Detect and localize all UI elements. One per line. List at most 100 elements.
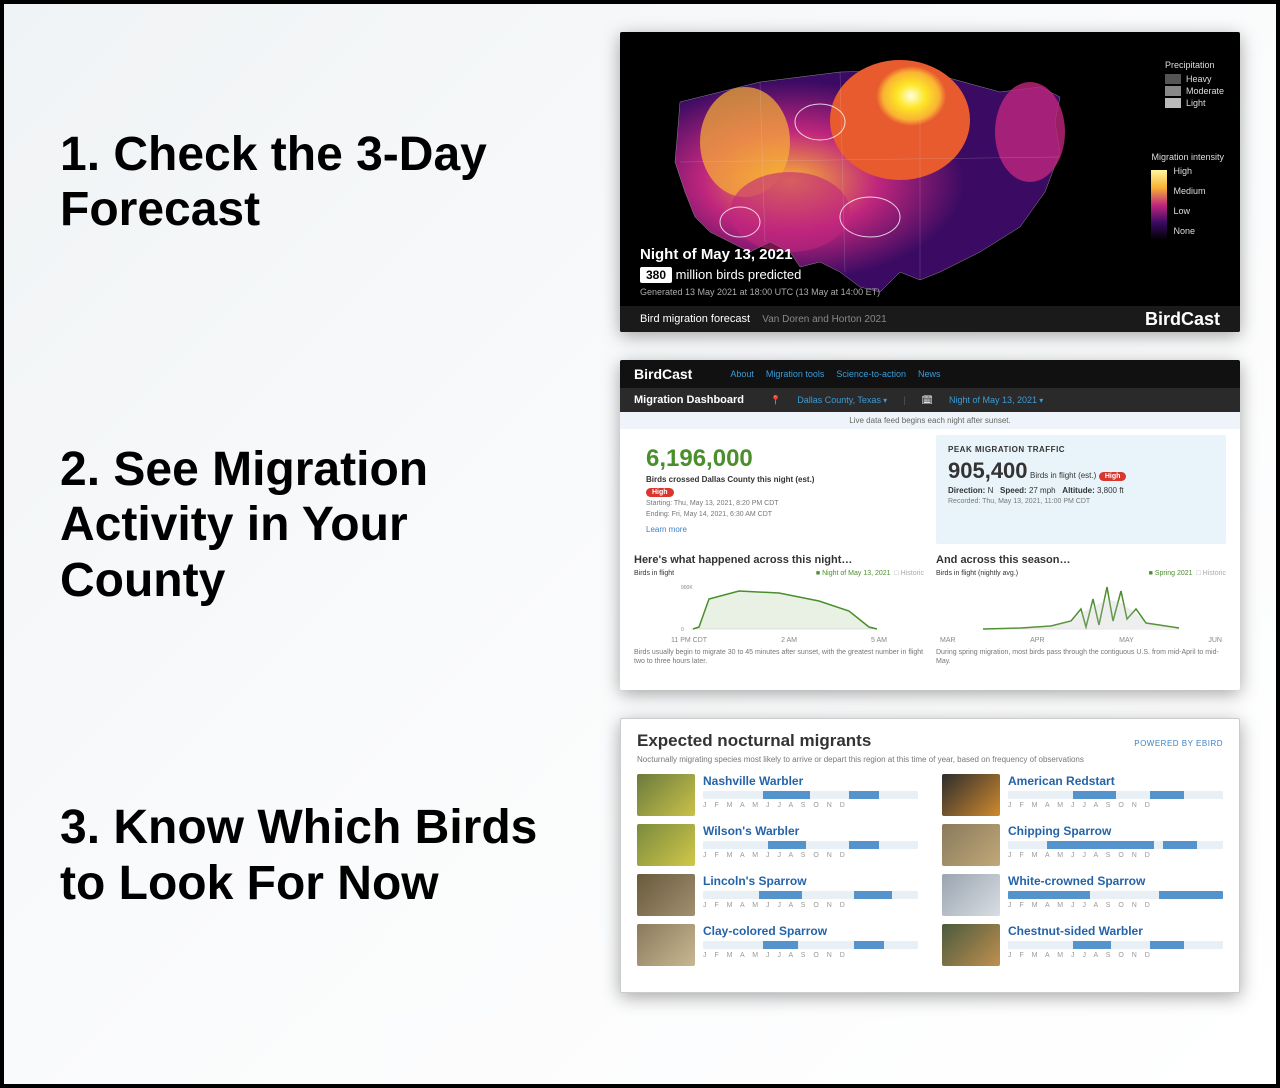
nav-link[interactable]: Migration tools	[766, 369, 825, 379]
nav-link[interactable]: Science-to-action	[836, 369, 906, 379]
species-name[interactable]: Nashville Warbler	[703, 774, 918, 788]
species-name[interactable]: Lincoln's Sparrow	[703, 874, 918, 888]
chart-season: And across this season… Birds in flight …	[936, 554, 1226, 666]
crossed-desc: Birds crossed Dallas County this night (…	[646, 475, 912, 484]
svg-text:0: 0	[681, 627, 684, 633]
forecast-info: Night of May 13, 2021 380 million birds …	[640, 246, 880, 297]
chart-night-head: Here's what happened across this night…	[634, 554, 924, 566]
species-name[interactable]: Wilson's Warbler	[703, 824, 918, 838]
intensity-title: Migration intensity	[1151, 152, 1224, 162]
crossed-end: Ending: Fri, May 14, 2021, 6:30 AM CDT	[646, 510, 912, 519]
migrant-item[interactable]: American Redstart J F M A M J J A S O N …	[942, 774, 1223, 816]
species-name[interactable]: Clay-colored Sparrow	[703, 924, 918, 938]
bird-thumbnail	[637, 924, 695, 966]
nav-link[interactable]: About	[730, 369, 754, 379]
bird-thumbnail	[637, 774, 695, 816]
forecast-footer-credit: Van Doren and Horton 2021	[762, 314, 886, 325]
chart-night-caption: Birds usually begin to migrate 30 to 45 …	[634, 648, 924, 666]
intensity-gradient	[1151, 170, 1167, 240]
location-icon: 📍	[770, 395, 781, 406]
chart-season-metric: Birds in flight (nightly avg.)	[936, 570, 1018, 577]
powered-by: POWERED BY EBIRD	[1134, 739, 1223, 748]
precip-legend: Precipitation Heavy Moderate Light	[1165, 60, 1224, 110]
forecast-night-label: Night of May 13, 2021	[640, 246, 880, 263]
frequency-bar	[703, 941, 918, 949]
bird-thumbnail	[942, 924, 1000, 966]
month-axis: J F M A M J J A S O N D	[1008, 852, 1223, 859]
forecast-count-suffix: million birds predicted	[676, 267, 802, 282]
frequency-bar	[703, 841, 918, 849]
crossed-badge: High	[646, 488, 674, 497]
forecast-prediction: 380 million birds predicted	[640, 267, 880, 283]
species-name[interactable]: Chestnut-sided Warbler	[1008, 924, 1223, 938]
birdcast-brand: BirdCast	[1145, 309, 1220, 330]
dashboard-panel: BirdCast About Migration tools Science-to-…	[620, 360, 1240, 690]
step-1-row: 1. Check the 3-Day Forecast	[40, 32, 1240, 332]
migrant-item[interactable]: Chestnut-sided Warbler J F M A M J J A S…	[942, 924, 1223, 966]
dashboard-brand: BirdCast	[634, 366, 692, 382]
county-selector[interactable]: Dallas County, Texas	[797, 395, 887, 405]
chart-night-metric: Birds in flight	[634, 570, 674, 577]
migrant-item[interactable]: Lincoln's Sparrow J F M A M J J A S O N …	[637, 874, 918, 916]
dashboard-subnav: Migration Dashboard 📍 Dallas County, Tex…	[620, 388, 1240, 412]
calendar-icon: 🗓	[922, 395, 933, 406]
step-3-row: 3. Know Which Birds to Look For Now Expe…	[40, 718, 1240, 993]
frequency-bar	[703, 791, 918, 799]
month-axis: J F M A M J J A S O N D	[1008, 952, 1223, 959]
bird-thumbnail	[942, 874, 1000, 916]
migrant-item[interactable]: Wilson's Warbler J F M A M J J A S O N D	[637, 824, 918, 866]
step-2-label: 2. See Migration Activity in Your County	[40, 442, 580, 608]
frequency-bar	[1008, 941, 1223, 949]
bird-thumbnail	[637, 874, 695, 916]
precip-level: Moderate	[1165, 86, 1224, 96]
month-axis: J F M A M J J A S O N D	[703, 952, 918, 959]
peak-title: PEAK MIGRATION TRAFFIC	[948, 445, 1214, 454]
forecast-panel: Night of May 13, 2021 380 million birds …	[620, 32, 1240, 332]
month-axis: J F M A M J J A S O N D	[703, 802, 918, 809]
dashboard-topnav: BirdCast About Migration tools Science-to-…	[620, 360, 1240, 388]
step-3-label: 3. Know Which Birds to Look For Now	[40, 800, 580, 910]
migrants-title: Expected nocturnal migrants	[637, 731, 871, 751]
species-name[interactable]: American Redstart	[1008, 774, 1223, 788]
step-1-label: 1. Check the 3-Day Forecast	[40, 127, 580, 237]
precip-title: Precipitation	[1165, 60, 1224, 70]
peak-detail-row: Direction: N Speed: 27 mph Altitude: 3,8…	[948, 486, 1214, 495]
forecast-footer-title: Bird migration forecast	[640, 313, 750, 325]
chart-night: Here's what happened across this night… …	[634, 554, 924, 666]
month-axis: J F M A M J J A S O N D	[703, 902, 918, 909]
frequency-bar	[1008, 841, 1223, 849]
month-axis: J F M A M J J A S O N D	[1008, 902, 1223, 909]
forecast-footer: Bird migration forecast Van Doren and Ho…	[620, 306, 1240, 332]
peak-recorded: Recorded: Thu, May 13, 2021, 11:00 PM CD…	[948, 497, 1214, 506]
frequency-bar	[703, 891, 918, 899]
learn-more-link[interactable]: Learn more	[646, 525, 687, 534]
bird-thumbnail	[942, 774, 1000, 816]
peak-card: PEAK MIGRATION TRAFFIC 905,400 Birds in …	[936, 435, 1226, 544]
peak-value: 905,400	[948, 458, 1028, 483]
intensity-legend: Migration intensity HighMediumLowNone	[1151, 152, 1224, 244]
step-2-row: 2. See Migration Activity in Your County…	[40, 360, 1240, 690]
nav-link[interactable]: News	[918, 369, 941, 379]
peak-suffix: Birds in flight (est.)	[1030, 471, 1096, 480]
month-axis: J F M A M J J A S O N D	[1008, 802, 1223, 809]
species-name[interactable]: White-crowned Sparrow	[1008, 874, 1223, 888]
migrants-panel: Expected nocturnal migrants POWERED BY E…	[620, 718, 1240, 993]
precip-level: Heavy	[1165, 74, 1224, 84]
date-selector[interactable]: Night of May 13, 2021	[949, 395, 1043, 405]
dashboard-title: Migration Dashboard	[634, 394, 744, 406]
species-name[interactable]: Chipping Sparrow	[1008, 824, 1223, 838]
forecast-count: 380	[640, 267, 672, 283]
month-axis: J F M A M J J A S O N D	[703, 852, 918, 859]
migrant-item[interactable]: White-crowned Sparrow J F M A M J J A S …	[942, 874, 1223, 916]
migrants-subtitle: Nocturnally migrating species most likel…	[637, 755, 1223, 764]
crossed-card: 6,196,000 Birds crossed Dallas County th…	[634, 435, 924, 544]
bird-thumbnail	[942, 824, 1000, 866]
migrant-item[interactable]: Nashville Warbler J F M A M J J A S O N …	[637, 774, 918, 816]
chart-season-caption: During spring migration, most birds pass…	[936, 648, 1226, 666]
migrant-item[interactable]: Chipping Sparrow J F M A M J J A S O N D	[942, 824, 1223, 866]
crossed-start: Starting: Thu, May 13, 2021, 8:20 PM CDT	[646, 499, 912, 508]
feed-note: Live data feed begins each night after s…	[620, 412, 1240, 429]
precip-level: Light	[1165, 98, 1224, 108]
crossed-value: 6,196,000	[646, 445, 912, 473]
migrant-item[interactable]: Clay-colored Sparrow J F M A M J J A S O…	[637, 924, 918, 966]
